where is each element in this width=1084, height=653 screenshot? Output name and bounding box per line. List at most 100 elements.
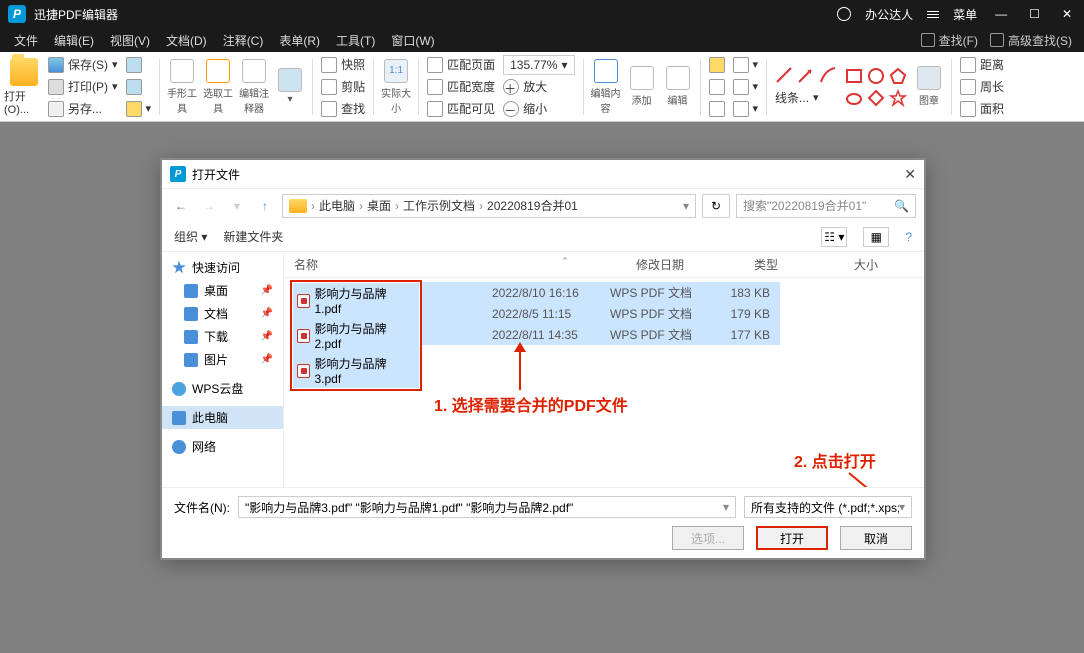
- col-type[interactable]: 类型: [754, 256, 854, 273]
- menu-tools[interactable]: 工具(T): [328, 32, 383, 49]
- actual-size[interactable]: 1:1实际大小: [378, 59, 414, 115]
- user-icon[interactable]: [837, 7, 851, 21]
- preview-button[interactable]: ▦: [863, 227, 889, 247]
- options-button[interactable]: 选项...: [672, 526, 744, 550]
- sidebar-this-pc[interactable]: 此电脑: [162, 406, 283, 429]
- cloud-shape-icon[interactable]: [845, 89, 863, 107]
- help-button[interactable]: ?: [905, 230, 912, 244]
- breadcrumb[interactable]: › 此电脑› 桌面› 工作示例文档› 20220819合并01 ▾: [282, 194, 696, 218]
- stamp-button[interactable]: 图章: [911, 59, 947, 115]
- fit-page[interactable]: 匹配页面: [427, 55, 495, 75]
- new-folder-button[interactable]: 新建文件夹: [223, 228, 283, 245]
- close-button[interactable]: ✕: [1058, 7, 1076, 21]
- open-confirm-button[interactable]: 打开: [756, 526, 828, 550]
- nav-up[interactable]: ↑: [254, 195, 276, 217]
- menu-comment[interactable]: 注释(C): [215, 32, 272, 49]
- zoom-out[interactable]: －缩小: [503, 99, 574, 119]
- saveas-button[interactable]: 另存...: [48, 99, 118, 119]
- hand-tool[interactable]: 手形工具: [164, 59, 200, 115]
- text-tool-3[interactable]: [709, 99, 725, 119]
- underline-tool[interactable]: ▾: [733, 77, 759, 97]
- advanced-find-link[interactable]: 高级查找(S): [984, 32, 1078, 49]
- pin-icon: 📌: [261, 308, 273, 319]
- file-row-meta[interactable]: 2022/8/11 14:35WPS PDF 文档177 KB: [422, 324, 780, 345]
- hamburger-icon[interactable]: [927, 11, 939, 18]
- select-tool[interactable]: 选取工具: [200, 59, 236, 115]
- file-row[interactable]: 影响力与品牌1.pdf: [293, 283, 419, 318]
- menu-file[interactable]: 文件: [6, 32, 46, 49]
- strike-tool[interactable]: ▾: [733, 55, 759, 75]
- sidebar-desktop[interactable]: 桌面📌: [162, 279, 283, 302]
- user-name[interactable]: 办公达人: [865, 6, 913, 23]
- add-button[interactable]: 添加: [624, 59, 660, 115]
- squiggle-tool[interactable]: ▾: [733, 99, 759, 119]
- page-button[interactable]: ▾: [126, 99, 152, 119]
- fit-visible[interactable]: 匹配可见: [427, 99, 495, 119]
- nav-recent[interactable]: ▾: [226, 195, 248, 217]
- menu-window[interactable]: 窗口(W): [383, 32, 442, 49]
- diamond-shape-icon[interactable]: [867, 89, 885, 107]
- fit-width[interactable]: 匹配宽度: [427, 77, 495, 97]
- zoom-combo[interactable]: 135.77%▾: [503, 55, 574, 75]
- distance-tool[interactable]: 距离: [960, 55, 1004, 75]
- minimize-button[interactable]: —: [991, 7, 1011, 21]
- arrow-shape-icon[interactable]: [797, 66, 815, 84]
- text-tool-2[interactable]: [709, 77, 725, 97]
- undo-button[interactable]: [126, 55, 152, 75]
- save-button[interactable]: 保存(S) ▾: [48, 55, 118, 75]
- text-tool-1[interactable]: [709, 55, 725, 75]
- sidebar-network[interactable]: 网络: [162, 435, 283, 458]
- edit-content[interactable]: 编辑内容: [588, 59, 624, 115]
- col-date[interactable]: 修改日期: [636, 256, 754, 273]
- sidebar-downloads[interactable]: 下载📌: [162, 325, 283, 348]
- cancel-button[interactable]: 取消: [840, 526, 912, 550]
- star-shape-icon[interactable]: [889, 89, 907, 107]
- sidebar-quick-access[interactable]: 快速访问: [162, 256, 283, 279]
- sidebar-wps-cloud[interactable]: WPS云盘: [162, 377, 283, 400]
- pencil-shape-icon[interactable]: [819, 66, 837, 84]
- rect-shape-icon[interactable]: [845, 67, 863, 85]
- col-name[interactable]: 名称: [294, 256, 494, 273]
- line-shape-icon[interactable]: [775, 66, 793, 84]
- edit-annot-tool[interactable]: ▾: [272, 59, 308, 115]
- col-size[interactable]: 大小: [854, 256, 914, 273]
- annotate-tool[interactable]: 编辑注释器: [236, 59, 272, 115]
- menu-document[interactable]: 文档(D): [158, 32, 215, 49]
- nav-forward[interactable]: →: [198, 195, 220, 217]
- file-row[interactable]: 影响力与品牌2.pdf: [293, 318, 419, 353]
- clipboard-button[interactable]: 剪贴: [321, 77, 365, 97]
- area-tool[interactable]: 面积: [960, 99, 1004, 119]
- refresh-button[interactable]: ↻: [702, 194, 730, 218]
- snapshot-button[interactable]: 快照: [321, 55, 365, 75]
- find-link[interactable]: 查找(F): [915, 32, 984, 49]
- menu-view[interactable]: 视图(V): [102, 32, 158, 49]
- open-button[interactable]: 打开(O)...: [4, 55, 44, 119]
- file-row[interactable]: 影响力与品牌3.pdf: [293, 353, 419, 388]
- view-mode-button[interactable]: ☷ ▾: [821, 227, 847, 247]
- filetype-filter[interactable]: 所有支持的文件 (*.pdf;*.xps;*.)▾: [744, 496, 912, 518]
- zoom-in[interactable]: ＋放大: [503, 77, 574, 97]
- print-button[interactable]: 打印(P) ▾: [48, 77, 118, 97]
- dialog-logo: P: [170, 166, 186, 182]
- menubar: 文件 编辑(E) 视图(V) 文档(D) 注释(C) 表单(R) 工具(T) 窗…: [0, 28, 1084, 52]
- edit-button[interactable]: 编辑: [660, 59, 696, 115]
- menu-label[interactable]: 菜单: [953, 6, 977, 23]
- line-dropdown[interactable]: 线条... ▾: [775, 88, 837, 108]
- sidebar-documents[interactable]: 文档📌: [162, 302, 283, 325]
- filename-input[interactable]: "影响力与品牌3.pdf" "影响力与品牌1.pdf" "影响力与品牌2.pdf…: [238, 496, 736, 518]
- organize-button[interactable]: 组织 ▾: [174, 228, 207, 245]
- find-button[interactable]: 查找: [321, 99, 365, 119]
- perimeter-tool[interactable]: 周长: [960, 77, 1004, 97]
- search-input[interactable]: 搜索"20220819合并01" 🔍: [736, 194, 916, 218]
- menu-form[interactable]: 表单(R): [271, 32, 328, 49]
- dialog-close-button[interactable]: ✕: [904, 166, 916, 183]
- redo-button[interactable]: [126, 77, 152, 97]
- file-row-meta[interactable]: 2022/8/10 16:16WPS PDF 文档183 KB: [422, 282, 780, 303]
- maximize-button[interactable]: ☐: [1025, 7, 1044, 21]
- menu-edit[interactable]: 编辑(E): [46, 32, 102, 49]
- file-row-meta[interactable]: 2022/8/5 11:15WPS PDF 文档179 KB: [422, 303, 780, 324]
- nav-back[interactable]: ←: [170, 195, 192, 217]
- circle-shape-icon[interactable]: [867, 67, 885, 85]
- sidebar-pictures[interactable]: 图片📌: [162, 348, 283, 371]
- polygon-shape-icon[interactable]: [889, 67, 907, 85]
